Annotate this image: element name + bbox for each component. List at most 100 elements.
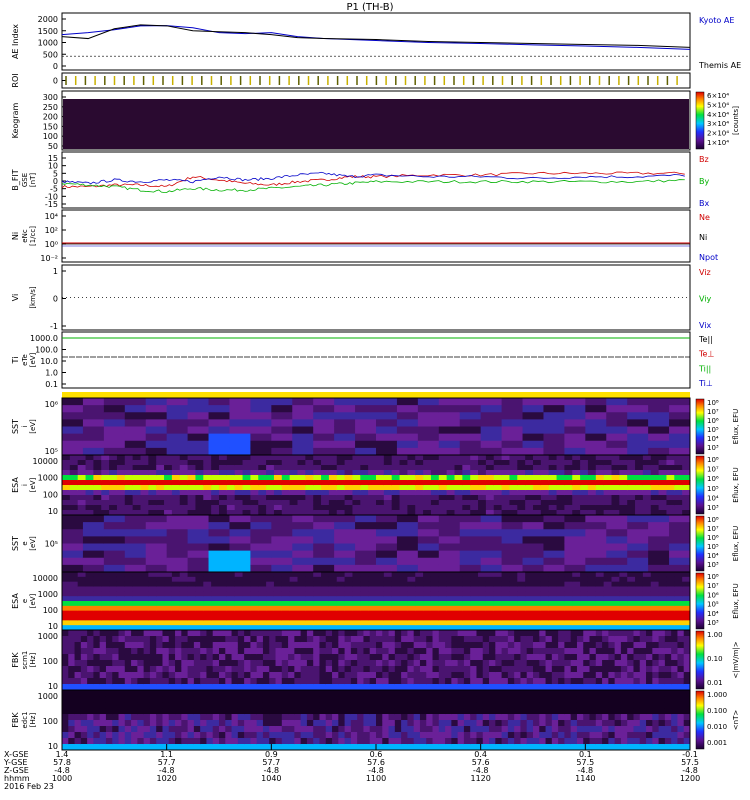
panel-ylabel: Keogram <box>11 102 20 138</box>
colorbar-tick: 10⁵ <box>707 485 719 493</box>
quality-bar <box>62 392 690 398</box>
tick-label: 10000 <box>33 457 58 466</box>
tick-label: 1000 <box>38 632 58 641</box>
legend-entry: Bx <box>699 199 709 208</box>
colorbar-label: Eflux, EFU <box>732 409 740 444</box>
colorbar-tick: 10⁴ <box>707 610 719 618</box>
colorbar-tick: 0.001 <box>707 739 727 747</box>
tick-label: 100.0 <box>35 346 58 355</box>
tick-label: 1500 <box>38 27 58 36</box>
tick-label: 10⁶ <box>45 400 58 409</box>
tick-label: 2000 <box>38 15 58 24</box>
tick-label: 100 <box>43 132 58 141</box>
legend-entry: Te⊥ <box>698 350 714 359</box>
colorbar <box>695 91 705 150</box>
tick-label: 100 <box>43 657 58 666</box>
legend-entry: By <box>699 177 709 186</box>
panel-sublabel: eTe <box>21 354 29 366</box>
legend-entry: Themis AE <box>698 61 741 70</box>
panel-ylabel: SST <box>11 536 20 551</box>
tick-label: 50 <box>48 142 58 151</box>
tick-label: 0 <box>53 295 58 304</box>
panel-sublabel: scm1 <box>21 651 29 670</box>
axis-row-label: 2016 Feb 23 <box>4 782 54 791</box>
panel-temp: Ti eTe [eV] 1000.0 100.0 10.0 1.0 0.1 Te|| Te⊥ Ti|… <box>11 331 714 389</box>
tick-label: -1 <box>50 322 58 331</box>
panel-unit: [nT] <box>29 173 37 187</box>
colorbar-tick: 10⁷ <box>707 582 719 590</box>
panel-unit: [eV] <box>29 477 37 492</box>
tick-label: 1000 <box>38 474 58 483</box>
panel-frame <box>61 331 691 389</box>
panel-ylabel: B_FIT <box>11 169 20 190</box>
panel-sublabel: eNc <box>21 229 29 243</box>
colorbar-tick: 10⁷ <box>707 408 719 416</box>
colorbar <box>695 398 705 455</box>
tick-label: 0.1 <box>45 380 58 389</box>
colorbar-tick: 10⁸ <box>707 399 719 407</box>
panel-ylabel: Ti <box>11 357 20 365</box>
colorbar-tick: 10⁶ <box>707 534 719 542</box>
colorbar-label: [counts] <box>732 106 740 135</box>
colorbar-tick: 10⁴ <box>707 435 719 443</box>
panel-ylabel: FBK <box>11 652 20 668</box>
tick-label: 0 <box>53 62 58 71</box>
tick-label: 10 <box>48 622 58 631</box>
panel-ylabel: Ni <box>11 232 20 240</box>
panel-sublabel: e <box>21 541 29 545</box>
panel-unit: [eV] <box>29 419 37 434</box>
colorbar-tick: 0.10 <box>707 655 723 663</box>
colorbar-tick: 10⁵ <box>707 543 719 551</box>
panel-frame <box>61 151 691 209</box>
legend-entry: Kyoto AE <box>699 16 734 25</box>
colorbar-tick: 10³ <box>707 561 719 569</box>
colorbar-tick: 10⁶ <box>707 475 719 483</box>
colorbar-label: Eflux, EFU <box>732 526 740 561</box>
colorbar-tick: 1×10⁴ <box>707 139 729 147</box>
colorbar-label: <nT> <box>732 710 740 731</box>
colorbar-tick: 2×10⁴ <box>707 130 729 138</box>
colorbar-tick: 4×10⁴ <box>707 111 729 119</box>
colorbar-tick: 10⁸ <box>707 456 719 464</box>
legend-entry: Ni <box>699 233 707 242</box>
series-kyoto-ae <box>61 25 691 50</box>
tick-label: 200 <box>43 113 58 122</box>
plot-title: P1 (TH-B) <box>346 2 393 13</box>
panel-frame <box>61 264 691 331</box>
colorbar-label: Eflux, EFU <box>732 583 740 618</box>
colorbar-tick: 0.010 <box>707 723 727 731</box>
panel-unit: [1/cc] <box>29 226 37 246</box>
tick-label: 10000 <box>33 574 58 583</box>
colorbar-tick: 10³ <box>707 619 719 627</box>
tick-label: 10 <box>48 682 58 691</box>
panel-ylabel: ESA <box>11 593 20 609</box>
panel-ylabel: ESA <box>11 477 20 493</box>
legend-entry: Npot <box>699 253 718 262</box>
panel-velocity: Vi [km/s] 1 0 -1 Viz Viy Vix <box>11 264 712 331</box>
axis-value: 1200 <box>680 774 700 783</box>
legend-entry: Te|| <box>698 335 713 344</box>
colorbar-tick: 10⁵ <box>707 601 719 609</box>
panel-unit: [km/s] <box>29 286 37 309</box>
panel-unit: [eV] <box>29 593 37 608</box>
tick-label: 10⁵ <box>45 540 58 549</box>
axis-value: 1020 <box>156 774 176 783</box>
tick-label: 500 <box>43 50 58 59</box>
tick-label: 1000 <box>38 39 58 48</box>
panel-ylabel: FBK <box>11 712 20 728</box>
legend-entry: Viy <box>699 295 712 304</box>
tick-label: 1.0 <box>45 369 58 378</box>
colorbar-tick: 10⁷ <box>707 525 719 533</box>
tick-label: 10⁰ <box>45 240 58 249</box>
keogram-image <box>63 99 689 149</box>
axis-value: 1040 <box>261 774 281 783</box>
colorbar-tick: 3×10⁴ <box>707 120 729 128</box>
axis-value: 1120 <box>470 774 490 783</box>
tick-label: 10⁴ <box>45 212 58 221</box>
legend-entry: Viz <box>699 268 711 277</box>
sst-electron-spectrogram <box>62 515 691 573</box>
colorbar-tick: 10⁸ <box>707 573 719 581</box>
stack-plot: P1 (TH-B) AE Index2000150010005000Kyoto … <box>3 2 741 791</box>
colorbar <box>695 572 705 630</box>
tick-label: 1000 <box>38 692 58 701</box>
